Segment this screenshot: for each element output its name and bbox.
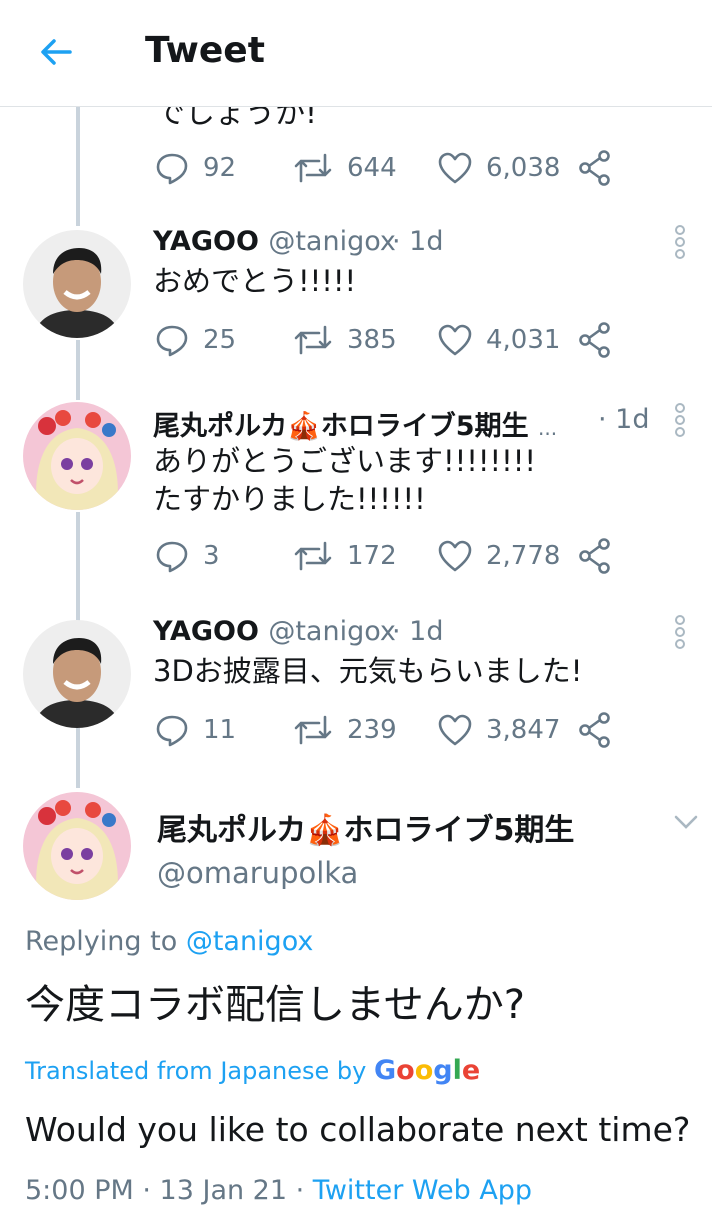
reply-button[interactable]: 92 xyxy=(155,148,236,188)
retweet-button[interactable]: 239 xyxy=(293,710,397,750)
retweet-icon xyxy=(294,153,332,183)
reply-icon xyxy=(156,325,188,357)
thread-line xyxy=(76,106,80,226)
tweet-author[interactable]: YAGOO @tanigox xyxy=(153,226,396,257)
share-icon[interactable] xyxy=(579,148,611,188)
like-button[interactable]: 4,031 xyxy=(438,320,560,360)
tweet-text: 3Dお披露目、元気もらいました! xyxy=(153,654,583,688)
display-name: 尾丸ポルカ🎪ホロライブ5期生 xyxy=(153,411,529,442)
heart-icon xyxy=(438,324,472,356)
more-options-icon[interactable] xyxy=(670,222,690,262)
avatar-yagoo[interactable] xyxy=(23,620,131,728)
display-name: YAGOO xyxy=(153,226,259,257)
main-display-name[interactable]: 尾丸ポルカ🎪ホロライブ5期生 xyxy=(157,805,574,849)
share-icon[interactable] xyxy=(579,710,611,750)
share-icon[interactable] xyxy=(579,536,611,576)
page-title: Tweet xyxy=(145,30,265,71)
like-button[interactable]: 6,038 xyxy=(438,148,560,188)
main-tweet-text: 今度コラボ配信しませんか? xyxy=(25,982,526,1028)
tweet-actions: 25 385 4,031 xyxy=(155,320,625,360)
thread-line xyxy=(76,340,80,400)
retweet-button[interactable]: 385 xyxy=(293,320,397,360)
tweet-actions: 11 239 3,847 xyxy=(155,710,625,750)
heart-icon xyxy=(438,714,472,746)
translated-by: Translated from Japanese by Google xyxy=(25,1055,481,1086)
google-logo: Google xyxy=(373,1055,481,1086)
avatar-omarupolka[interactable] xyxy=(23,402,131,510)
retweet-button[interactable]: 172 xyxy=(293,536,397,576)
tweet-meta: 5:00 PM · 13 Jan 21 · Twitter Web App xyxy=(25,1175,532,1206)
tweet-time: · 1d xyxy=(598,404,650,435)
reply-button[interactable]: 11 xyxy=(155,710,236,750)
more-options-icon[interactable] xyxy=(670,400,690,440)
tweet-text: おめでとう!!!!! xyxy=(153,264,357,298)
replying-to: Replying to @tanigox xyxy=(25,926,314,957)
like-button[interactable]: 3,847 xyxy=(438,710,560,750)
main-user-handle[interactable]: @omarupolka xyxy=(157,856,358,890)
reply-icon xyxy=(156,715,188,747)
translated-text: Would you like to collaborate next time? xyxy=(25,1110,691,1149)
user-handle: @tanigox xyxy=(268,226,396,257)
retweet-icon xyxy=(294,715,332,745)
app-header: Tweet xyxy=(0,0,712,107)
share-icon[interactable] xyxy=(579,320,611,360)
source-app-link[interactable]: Twitter Web App xyxy=(313,1175,532,1206)
user-handle: ... xyxy=(538,416,558,440)
timestamp: 5:00 PM · 13 Jan 21 · xyxy=(25,1175,313,1206)
heart-icon xyxy=(438,152,472,184)
replying-to-link[interactable]: @tanigox xyxy=(186,926,314,957)
reply-button[interactable]: 25 xyxy=(155,320,236,360)
tweet-author[interactable]: YAGOO @tanigox xyxy=(153,616,396,647)
retweet-button[interactable]: 644 xyxy=(293,148,397,188)
reply-button[interactable]: 3 xyxy=(155,536,220,576)
reply-icon xyxy=(156,541,188,573)
tweet-actions: 3 172 2,778 xyxy=(155,536,625,576)
tweet-time: · 1d xyxy=(392,616,444,647)
tweet-text: たすかりました!!!!!! xyxy=(153,482,426,516)
thread-line xyxy=(76,728,80,788)
reply-icon xyxy=(156,153,188,185)
heart-icon xyxy=(438,540,472,572)
avatar-omarupolka[interactable] xyxy=(23,792,131,900)
thread-line xyxy=(76,512,80,622)
retweet-icon xyxy=(294,541,332,571)
tweet-actions: 92 644 6,038 xyxy=(155,148,625,188)
display-name: YAGOO xyxy=(153,616,259,647)
tweet-author[interactable]: 尾丸ポルカ🎪ホロライブ5期生 ... xyxy=(153,404,557,443)
avatar-yagoo[interactable] xyxy=(23,230,131,338)
retweet-icon xyxy=(294,325,332,355)
tweet-text: ありがとうございます!!!!!!!! xyxy=(153,444,537,478)
like-button[interactable]: 2,778 xyxy=(438,536,560,576)
user-handle: @tanigox xyxy=(268,616,396,647)
back-arrow-icon[interactable] xyxy=(36,32,76,72)
tweet-time: · 1d xyxy=(392,226,444,257)
chevron-down-icon[interactable] xyxy=(672,812,700,832)
more-options-icon[interactable] xyxy=(670,612,690,652)
